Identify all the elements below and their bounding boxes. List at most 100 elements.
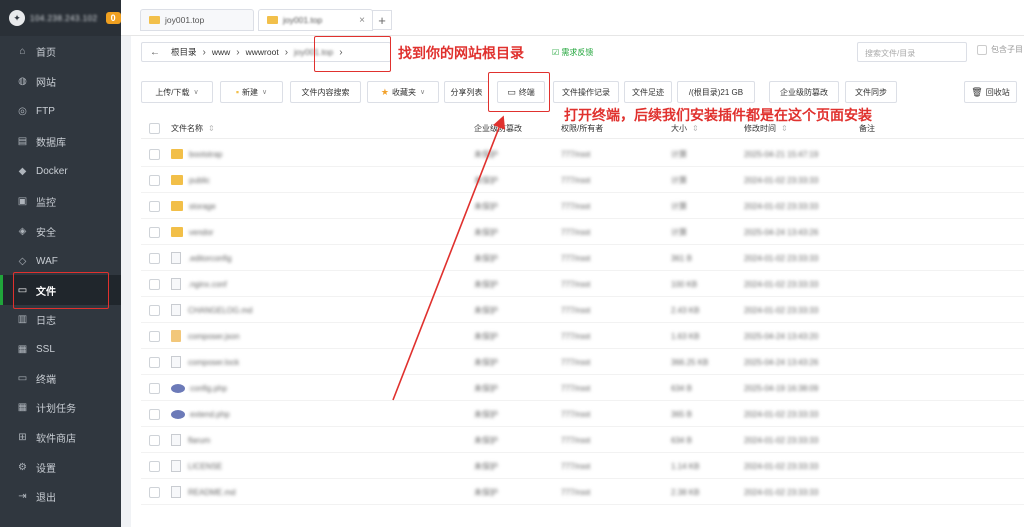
row-checkbox[interactable] xyxy=(149,271,160,297)
tamper-status[interactable]: 未保护 xyxy=(474,479,498,505)
include-subdir-checkbox[interactable]: 包含子目 xyxy=(977,44,1023,55)
add-tab-button[interactable]: + xyxy=(372,10,392,30)
row-checkbox[interactable] xyxy=(149,401,160,427)
permission-owner[interactable]: 777/root xyxy=(561,193,590,219)
row-checkbox[interactable] xyxy=(149,427,160,453)
sidebar-item-monitor[interactable]: ▣ 监控 xyxy=(0,186,121,216)
tamper-status[interactable]: 未保护 xyxy=(474,349,498,375)
sidebar-item-store[interactable]: ⊞ 软件商店 xyxy=(0,422,121,452)
table-row[interactable]: extend.php 未保护 777/root 365 B 2024-01-02 23:… xyxy=(141,401,1024,427)
file-name[interactable]: config.php xyxy=(171,375,227,401)
table-row[interactable]: bootstrap 未保护 777/root 计算 2025-04-21 15:47:1… xyxy=(141,141,1024,167)
sidebar-item-website[interactable]: ◍ 网站 xyxy=(0,66,121,96)
row-checkbox[interactable] xyxy=(149,245,160,271)
file-name[interactable]: public xyxy=(171,167,210,193)
row-checkbox[interactable] xyxy=(149,453,160,479)
table-row[interactable]: CHANGELOG.md 未保护 777/root 2.43 KB 2024-01-02… xyxy=(141,297,1024,323)
row-checkbox[interactable] xyxy=(149,141,160,167)
file-name[interactable]: README.md xyxy=(171,479,236,505)
table-row[interactable]: vendor 未保护 777/root 计算 2025-04-24 13:43:26 xyxy=(141,219,1024,245)
feedback-link[interactable]: ☑ 需求反馈 xyxy=(552,47,593,58)
disk-usage-button[interactable]: /(根目录)21 GB xyxy=(677,81,755,103)
file-name[interactable]: composer.lock xyxy=(171,349,239,375)
search-input[interactable]: 搜索文件/目录 xyxy=(857,42,967,62)
row-checkbox[interactable] xyxy=(149,193,160,219)
file-name[interactable]: storage xyxy=(171,193,216,219)
notification-badge[interactable]: 0 xyxy=(105,12,121,24)
row-checkbox[interactable] xyxy=(149,219,160,245)
file-name[interactable]: .nginx.conf xyxy=(171,271,227,297)
table-row[interactable]: LICENSE 未保护 777/root 1.14 KB 2024-01-02 23:3… xyxy=(141,453,1024,479)
tamper-status[interactable]: 未保护 xyxy=(474,271,498,297)
permission-owner[interactable]: 777/root xyxy=(561,375,590,401)
tamper-status[interactable]: 未保护 xyxy=(474,167,498,193)
row-checkbox[interactable] xyxy=(149,297,160,323)
tamper-status[interactable]: 未保护 xyxy=(474,323,498,349)
tamper-status[interactable]: 未保护 xyxy=(474,141,498,167)
recycle-bin-button[interactable]: 🗑 回收站 xyxy=(964,81,1017,103)
header-name[interactable]: 文件名称 ⇕ xyxy=(171,117,215,139)
row-checkbox[interactable] xyxy=(149,167,160,193)
sidebar-item-schedule[interactable]: ▦ 计划任务 xyxy=(0,392,121,422)
tab-joy001-active[interactable]: joy001.top × xyxy=(258,9,373,31)
file-name[interactable]: vendor xyxy=(171,219,213,245)
permission-owner[interactable]: 777/root xyxy=(561,141,590,167)
row-checkbox[interactable] xyxy=(149,323,160,349)
permission-owner[interactable]: 777/root xyxy=(561,323,590,349)
permission-owner[interactable]: 777/root xyxy=(561,297,590,323)
row-checkbox[interactable] xyxy=(149,479,160,505)
file-name[interactable]: composer.json xyxy=(171,323,240,349)
anti-tamper-button[interactable]: 企业级防篡改 xyxy=(769,81,839,103)
table-row[interactable]: README.md 未保护 777/root 2.38 KB 2024-01-02 23… xyxy=(141,479,1024,505)
permission-owner[interactable]: 777/root xyxy=(561,401,590,427)
row-checkbox[interactable] xyxy=(149,375,160,401)
file-footprint-button[interactable]: 文件足迹 xyxy=(624,81,672,103)
permission-owner[interactable]: 777/root xyxy=(561,167,590,193)
sidebar-item-database[interactable]: ▤ 数据库 xyxy=(0,126,121,156)
sidebar-item-logout[interactable]: ⇥ 退出 xyxy=(0,481,121,511)
back-arrow-icon[interactable]: ← xyxy=(145,47,165,58)
close-icon[interactable]: × xyxy=(359,15,365,26)
permission-owner[interactable]: 777/root xyxy=(561,453,590,479)
file-sync-button[interactable]: 文件同步 xyxy=(845,81,897,103)
upload-download-button[interactable]: 上传/下载 ∨ xyxy=(141,81,213,103)
tamper-status[interactable]: 未保护 xyxy=(474,245,498,271)
permission-owner[interactable]: 777/root xyxy=(561,427,590,453)
table-row[interactable]: flarum 未保护 777/root 634 B 2024-01-02 23:33:3… xyxy=(141,427,1024,453)
sidebar-item-security[interactable]: ◈ 安全 xyxy=(0,216,121,246)
file-name[interactable]: extend.php xyxy=(171,401,230,427)
select-all-checkbox[interactable] xyxy=(149,117,160,139)
table-row[interactable]: composer.lock 未保护 777/root 366.25 KB 2025-04… xyxy=(141,349,1024,375)
file-name[interactable]: flarum xyxy=(171,427,210,453)
row-checkbox[interactable] xyxy=(149,349,160,375)
file-name[interactable]: bootstrap xyxy=(171,141,222,167)
permission-owner[interactable]: 777/root xyxy=(561,245,590,271)
table-row[interactable]: public 未保护 777/root 计算 2024-01-02 23:33:33 xyxy=(141,167,1024,193)
table-row[interactable]: composer.json 未保护 777/root 1.63 KB 2025-04-2… xyxy=(141,323,1024,349)
file-name[interactable]: .editorconfig xyxy=(171,245,232,271)
permission-owner[interactable]: 777/root xyxy=(561,349,590,375)
sidebar-item-docker[interactable]: ◆ Docker xyxy=(0,156,121,186)
content-search-button[interactable]: 文件内容搜索 xyxy=(290,81,361,103)
file-name[interactable]: CHANGELOG.md xyxy=(171,297,252,323)
sidebar-item-home[interactable]: ⌂ 首页 xyxy=(0,36,121,66)
table-row[interactable]: .editorconfig 未保护 777/root 361 B 2024-01-02 … xyxy=(141,245,1024,271)
sidebar-item-settings[interactable]: ⚙ 设置 xyxy=(0,452,121,482)
tamper-status[interactable]: 未保护 xyxy=(474,401,498,427)
table-row[interactable]: .nginx.conf 未保护 777/root 100 KB 2024-01-02 2… xyxy=(141,271,1024,297)
file-name[interactable]: LICENSE xyxy=(171,453,222,479)
share-list-button[interactable]: 分享列表 xyxy=(444,81,489,103)
table-row[interactable]: config.php 未保护 777/root 634 B 2025-04-19 16:… xyxy=(141,375,1024,401)
sidebar-item-ftp[interactable]: ◎ FTP xyxy=(0,96,121,126)
sidebar-item-terminal[interactable]: ▭ 终端 xyxy=(0,363,121,393)
sidebar-item-ssl[interactable]: ▦ SSL xyxy=(0,334,121,364)
tab-joy001-1[interactable]: joy001.top xyxy=(140,9,254,31)
tamper-status[interactable]: 未保护 xyxy=(474,375,498,401)
favorites-button[interactable]: ★ 收藏夹 ∨ xyxy=(367,81,439,103)
tamper-status[interactable]: 未保护 xyxy=(474,453,498,479)
table-row[interactable]: storage 未保护 777/root 计算 2024-01-02 23:33:33 xyxy=(141,193,1024,219)
tamper-status[interactable]: 未保护 xyxy=(474,193,498,219)
permission-owner[interactable]: 777/root xyxy=(561,271,590,297)
tamper-status[interactable]: 未保护 xyxy=(474,427,498,453)
permission-owner[interactable]: 777/root xyxy=(561,219,590,245)
